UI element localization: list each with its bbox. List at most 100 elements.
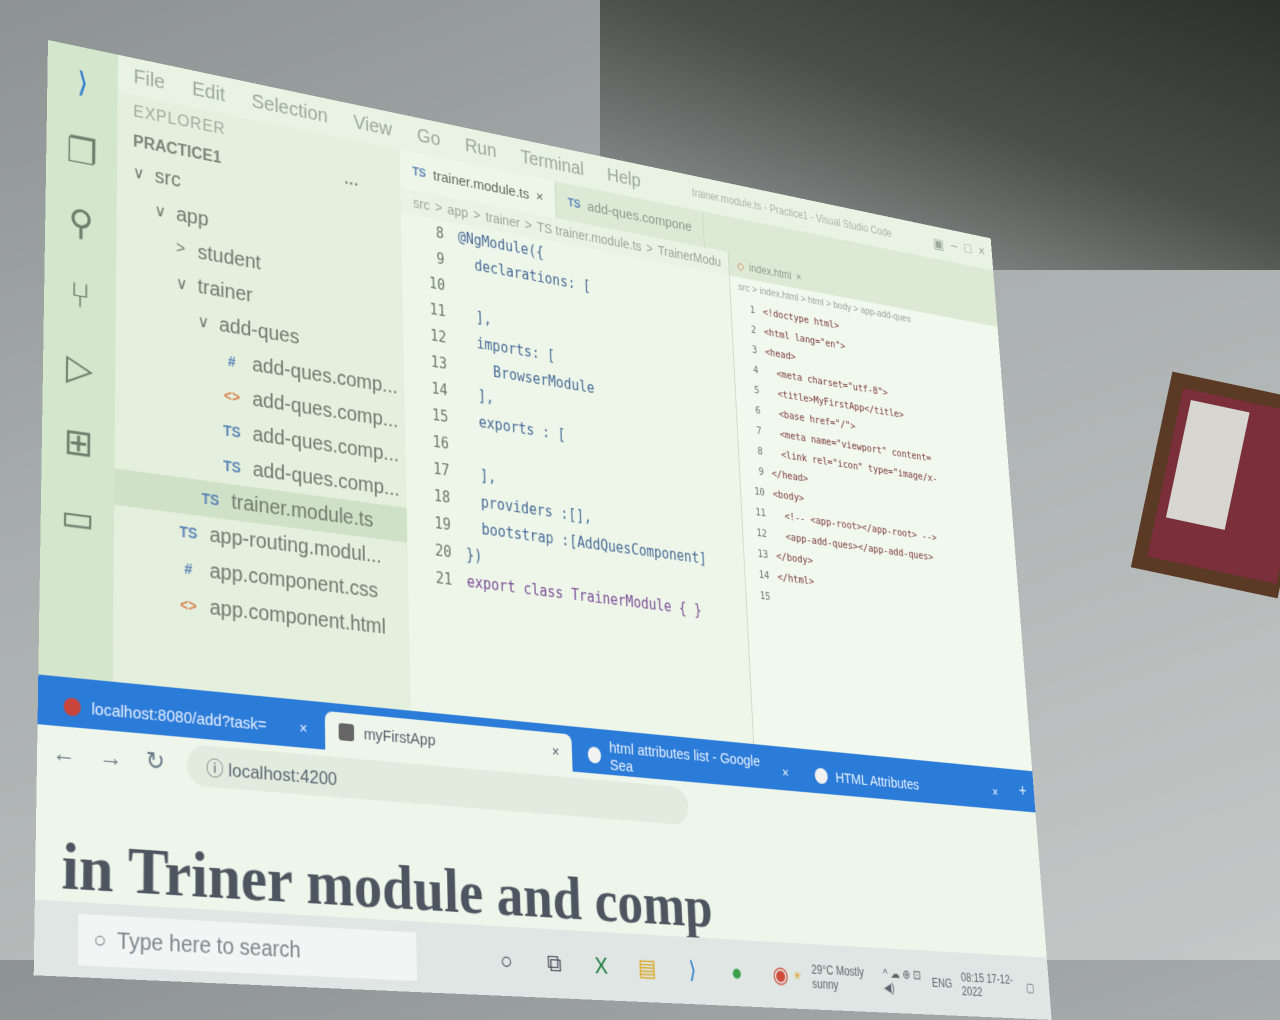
back-icon[interactable]: ← [52, 738, 76, 770]
code-text: </html> [777, 570, 815, 588]
line-number: 5 [753, 383, 760, 396]
html-file-icon: <> [180, 595, 197, 615]
tree-item-label: student [197, 240, 261, 275]
projected-screen: ⟩ ❐ ⚲ ⑂ ▷ ⊞ ▭ File Edit Selection View Go Run… [33, 40, 1052, 1020]
search-icon[interactable]: ⚲ [45, 181, 117, 265]
chevron-down-icon[interactable]: ∨ [154, 200, 176, 224]
line-number: 12 [756, 525, 768, 540]
tab-close-icon[interactable]: × [796, 271, 802, 284]
chrome-icon[interactable]: ◉ [767, 961, 793, 989]
line-number: 6 [754, 403, 761, 417]
line-number: 7 [755, 423, 762, 437]
search-placeholder: Type here to search [117, 928, 301, 963]
chevron-down-icon[interactable]: ∨ [176, 273, 198, 297]
app-green-icon[interactable]: ● [724, 959, 751, 987]
typescript-file-icon: TS [412, 164, 427, 181]
favicon-icon [63, 697, 81, 717]
close-icon[interactable]: × [978, 244, 986, 262]
breadcrumb-separator: > [524, 216, 533, 233]
css-file-icon: # [228, 352, 236, 371]
activity-bar: ⟩ ❐ ⚲ ⑂ ▷ ⊞ ▭ [38, 40, 118, 682]
reload-icon[interactable]: ↻ [146, 746, 165, 777]
tab-close-icon[interactable]: × [299, 719, 307, 737]
vscode-taskbar-icon[interactable]: ⟩ [679, 956, 706, 985]
breadcrumb-item[interactable]: src [413, 195, 430, 213]
menu-item-run[interactable]: Run [465, 135, 497, 163]
weather-text[interactable]: 29°C Mostly sunny [811, 962, 875, 994]
code-text: ], [463, 463, 497, 487]
taskbar-search[interactable]: ○ Type here to search [77, 913, 418, 982]
browser-tab-label: HTML Attributes [834, 768, 920, 794]
file-explorer-icon[interactable]: ▤ [633, 954, 660, 983]
breadcrumb-separator: > [473, 206, 481, 224]
minimize-icon[interactable]: – [950, 238, 958, 256]
layout-icon[interactable]: ▣ [932, 234, 945, 253]
line-number: 8 [757, 444, 763, 458]
code-text: ], [459, 305, 492, 328]
typescript-file-icon: TS [201, 489, 220, 509]
favicon-icon [587, 746, 602, 764]
line-number: 18 [433, 486, 451, 507]
tray-icons[interactable]: ^ ☁ ⊕ ⊡ ◀) [883, 966, 924, 996]
line-number: 3 [751, 342, 758, 356]
html-file-icon: ◇ [736, 259, 745, 274]
tree-item-label: trainer [197, 275, 253, 307]
line-number: 2 [750, 322, 757, 336]
line-number: 17 [432, 459, 450, 480]
code-editor[interactable]: 8 @NgModule({9 declarations: [10 11 ], 12 i… [400, 212, 754, 745]
tree-item-label: app [176, 202, 209, 231]
tree-item-label: src [154, 164, 181, 192]
explorer-sidebar: EXPLORER PRACTICE1 ··· ∨ src ∨ app > student ∨… [112, 92, 411, 711]
menu-item-file[interactable]: File [133, 65, 165, 94]
chevron-down-icon[interactable]: ∨ [133, 162, 155, 186]
line-number: 4 [752, 362, 759, 376]
chevron-down-icon[interactable]: ∨ [198, 311, 220, 335]
line-number: 13 [757, 546, 769, 561]
excel-icon[interactable]: X [587, 951, 615, 980]
projected-screen-area: ⟩ ❐ ⚲ ⑂ ▷ ⊞ ▭ File Edit Selection View Go Run… [0, 0, 1280, 1020]
run-debug-icon[interactable]: ▷ [42, 326, 115, 411]
html-code[interactable]: 1 <!doctype html> 2 <html lang="en"> 3 <head>… [731, 295, 1022, 638]
system-tray: ☀ 29°C Mostly sunny ^ ☁ ⊕ ⊡ ◀) ENG 08:15… [792, 961, 1035, 1001]
menu-item-view[interactable]: View [353, 111, 392, 141]
menu-item-help[interactable]: Help [607, 164, 641, 192]
favicon-icon [338, 722, 355, 742]
taskbar-apps: ○ ⧉ X ▤ ⟩ ● ◉ [492, 946, 794, 989]
task-view-icon[interactable]: ⧉ [540, 949, 568, 978]
tab-close-icon[interactable]: × [552, 743, 560, 760]
code-text: ], [461, 383, 495, 407]
line-number: 9 [758, 464, 765, 478]
tab-close-icon[interactable]: × [782, 764, 790, 780]
cortana-icon[interactable]: ○ [492, 946, 521, 976]
line-number: 19 [434, 513, 452, 534]
chevron-right-icon[interactable]: > [176, 239, 198, 261]
notification-icon[interactable]: ▢ [1025, 981, 1035, 995]
more-icon[interactable]: ··· [344, 175, 359, 195]
maximize-icon[interactable]: □ [964, 241, 972, 259]
address-url: localhost:4200 [228, 759, 338, 790]
code-text: <body> [772, 487, 805, 504]
tab-close-icon[interactable]: × [992, 784, 999, 800]
terminal-icon[interactable]: ▭ [40, 476, 114, 561]
new-tab-button[interactable]: + [1011, 780, 1035, 802]
file-tree: ∨ src ∨ app > student ∨ trainer ∨ add-ques # add-qu… [113, 152, 409, 648]
menu-item-go[interactable]: Go [417, 125, 441, 151]
forward-icon[interactable]: → [99, 742, 122, 773]
search-icon: ○ [93, 926, 107, 954]
code-text: <head> [764, 345, 797, 363]
tab-close-icon[interactable]: × [536, 188, 544, 205]
language-indicator[interactable]: ENG [931, 976, 952, 991]
browser-tab-label: myFirstApp [363, 724, 436, 750]
breadcrumb-item[interactable]: trainer [485, 209, 520, 231]
extensions-icon[interactable]: ⊞ [41, 401, 115, 486]
explorer-icon[interactable]: ❐ [46, 110, 118, 194]
line-number: 21 [435, 568, 453, 589]
line-number: 1 [749, 302, 756, 316]
weather-icon: ☀ [792, 968, 803, 984]
source-control-icon[interactable]: ⑂ [44, 253, 117, 338]
clock[interactable]: 08:15 17-12-2022 [960, 970, 1017, 1000]
menu-item-edit[interactable]: Edit [192, 78, 225, 107]
typescript-file-icon: TS [223, 457, 241, 477]
breadcrumb-item[interactable]: app [447, 202, 468, 221]
html-file-icon: <> [223, 386, 240, 406]
